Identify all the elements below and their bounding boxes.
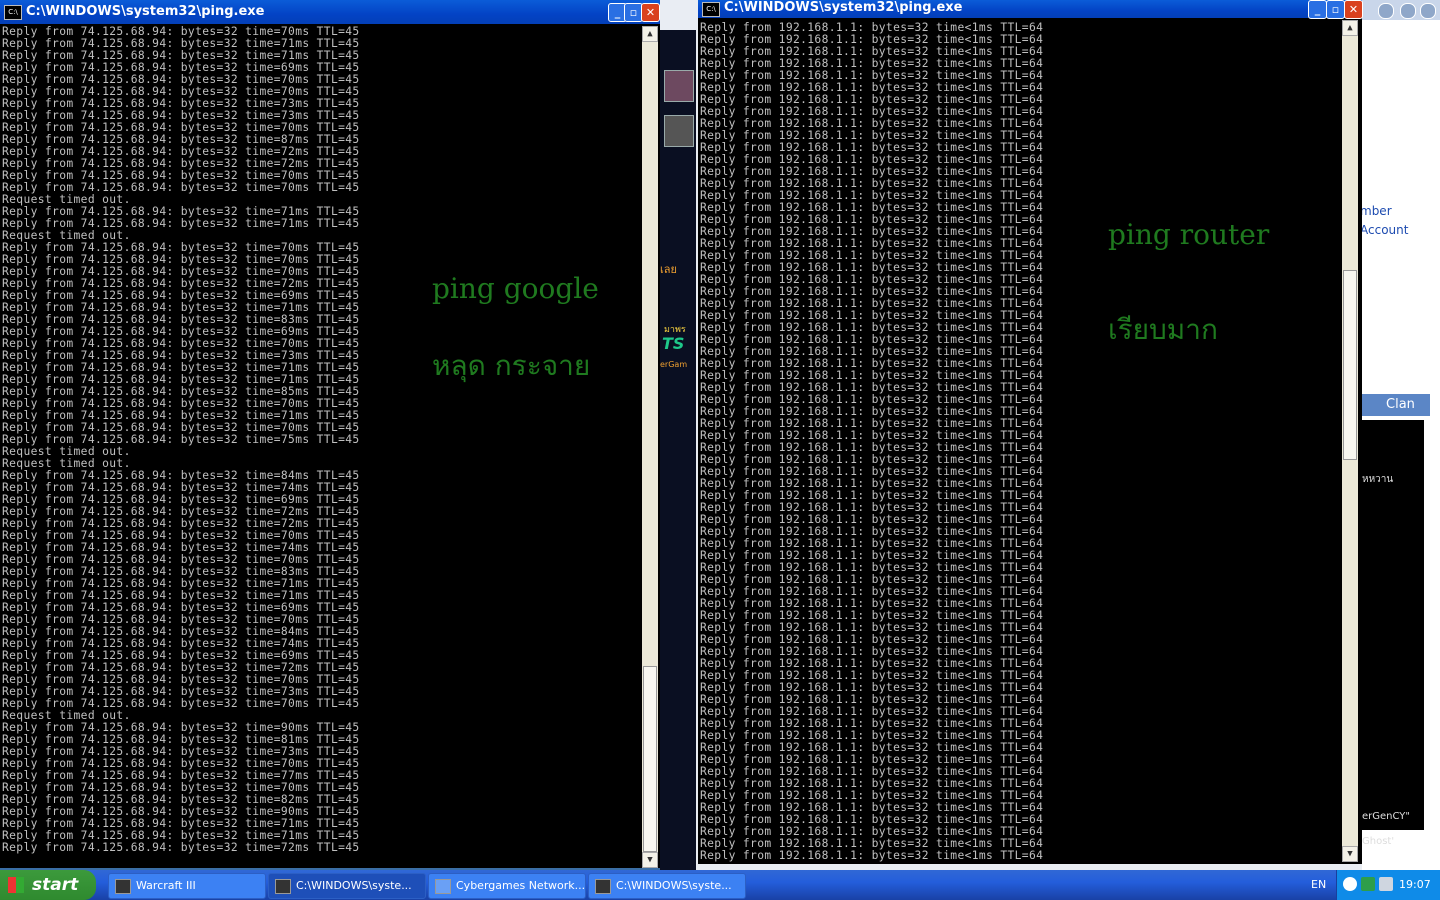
language-indicator[interactable]: EN [1311,870,1326,900]
banner-text: เลย [660,263,677,276]
taskbar-item-label: Cybergames Network... [456,879,586,892]
chat-entry: erGenCY" [1362,811,1411,822]
scroll-up-arrow-icon[interactable]: ▲ [1342,20,1358,36]
taskbar-item-label: C:\WINDOWS\syste... [296,879,412,892]
taskbar-item-cybergames[interactable]: Cybergames Network... [428,873,586,899]
window-title: C:\WINDOWS\system32\ping.exe [26,4,265,19]
close-button[interactable]: ✕ [1344,0,1363,19]
console-window-google[interactable]: C:\ C:\WINDOWS\system32\ping.exe _ ▫ ✕ R… [0,0,660,868]
title-bar[interactable]: C:\ C:\WINDOWS\system32\ping.exe _ ▫ ✕ [0,0,660,24]
console-line: Reply from 192.168.1.1: bytes=32 time<1m… [700,849,1044,862]
window-title: C:\WINDOWS\system32\ping.exe [724,0,963,15]
console-icon [275,879,291,894]
banner-thumbnail[interactable] [664,70,694,102]
minimize-icon[interactable] [1378,3,1394,19]
taskbar: start Warcraft III C:\WINDOWS\syste... C… [0,870,1440,900]
console-output[interactable]: Reply from 192.168.1.1: bytes=32 time<1m… [700,22,1043,862]
clock[interactable]: 19:07 [1399,870,1431,900]
chat-entry: หหวาน [1362,474,1394,485]
taskbar-item-label: Warcraft III [136,879,196,892]
scroll-down-arrow-icon[interactable]: ▼ [642,852,658,868]
start-button[interactable]: start [0,870,96,900]
chat-list: หหวาน erGenCY" Ghost' [1362,420,1424,847]
console-icon: C:\ [702,2,720,17]
title-bar[interactable]: C:\ C:\WINDOWS\system32\ping.exe _ ▫ ✕ [698,0,1363,19]
background-banner-strip: เลย มาพร TS erGam [660,30,696,870]
vertical-scrollbar[interactable]: ▲ ▼ [642,26,658,868]
warcraft-icon [115,879,131,894]
taskbar-item-warcraft[interactable]: Warcraft III [108,873,266,899]
taskbar-item-label: C:\WINDOWS\syste... [616,879,732,892]
close-button[interactable]: ✕ [641,3,660,22]
annotation-ping-google: ping google [432,272,599,305]
scroll-down-arrow-icon[interactable]: ▼ [1342,846,1358,862]
minimize-button[interactable]: _ [1308,0,1327,19]
close-icon[interactable] [1420,3,1436,19]
account-link[interactable]: Account [1360,223,1408,237]
banner-text: erGam [660,360,688,369]
maximize-icon[interactable] [1400,3,1416,19]
chevron-left-icon[interactable] [1343,877,1357,891]
network-icon[interactable] [1379,877,1393,891]
start-label: start [32,875,79,895]
annotation-ping-router: ping router [1108,218,1270,251]
tab-clan[interactable]: Clan [1362,394,1430,416]
member-link[interactable]: mber [1360,204,1392,218]
maximize-button[interactable]: ▫ [1326,0,1345,19]
cybergames-icon [435,879,451,894]
chat-entry: Ghost' [1362,836,1395,847]
annotation-stable: เรียบมาก [1108,313,1218,346]
scrollbar-thumb[interactable] [643,666,657,852]
system-tray: 19:07 [1336,870,1440,900]
console-window-router[interactable]: C:\ C:\WINDOWS\system32\ping.exe _ ▫ ✕ R… [698,0,1363,864]
scrollbar-thumb[interactable] [1343,270,1357,460]
scroll-up-arrow-icon[interactable]: ▲ [642,26,658,42]
vertical-scrollbar[interactable]: ▲ ▼ [1342,20,1358,862]
taskbar-item-console-1[interactable]: C:\WINDOWS\syste... [268,873,426,899]
annotation-unstable: หลุด กระจาย [432,349,591,382]
console-icon: C:\ [4,5,22,20]
console-line: Reply from 74.125.68.94: bytes=32 time=7… [2,841,360,854]
taskbar-item-console-2[interactable]: C:\WINDOWS\syste... [588,873,746,899]
windows-logo-icon [8,877,24,893]
tray-app-icon[interactable] [1361,877,1375,891]
banner-text: TS [662,334,685,353]
console-output[interactable]: Reply from 74.125.68.94: bytes=32 time=7… [2,26,360,854]
banner-thumbnail[interactable] [664,115,694,147]
console-icon [595,879,611,894]
